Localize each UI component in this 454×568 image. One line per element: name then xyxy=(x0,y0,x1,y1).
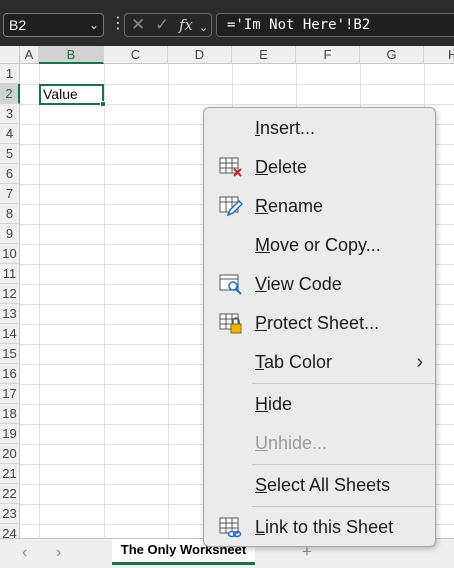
select-all-corner[interactable] xyxy=(0,46,20,64)
active-cell-b2[interactable]: Value xyxy=(39,84,106,107)
cancel-icon[interactable]: ✕ xyxy=(131,15,145,35)
rename-icon xyxy=(219,196,243,217)
row-header[interactable]: 20 xyxy=(0,444,20,464)
row-header[interactable]: 11 xyxy=(0,264,20,284)
row-header[interactable]: 9 xyxy=(0,224,20,244)
prev-sheet-icon[interactable]: ‹ xyxy=(22,544,27,562)
row-header[interactable]: 6 xyxy=(0,164,20,184)
row-header[interactable]: 21 xyxy=(0,464,20,484)
row-header[interactable]: 3 xyxy=(0,104,20,124)
row-header[interactable]: 19 xyxy=(0,424,20,444)
menu-item-protect-sheet[interactable]: Protect Sheet... xyxy=(204,305,435,341)
row-header[interactable]: 7 xyxy=(0,184,20,204)
row-header[interactable]: 14 xyxy=(0,324,20,344)
column-header-h[interactable]: H xyxy=(424,46,454,64)
row-header[interactable]: 5 xyxy=(0,144,20,164)
row-header[interactable]: 22 xyxy=(0,484,20,504)
menu-item-unhide: Unhide... xyxy=(255,433,328,453)
column-header-g[interactable]: G xyxy=(360,46,424,64)
menu-separator xyxy=(252,464,435,465)
formula-input[interactable]: ='Im Not Here'!B2 xyxy=(216,13,454,37)
row-header[interactable]: 15 xyxy=(0,344,20,364)
column-header-c[interactable]: C xyxy=(104,46,168,64)
menu-item-view-code[interactable]: View Code xyxy=(204,266,435,302)
row-header[interactable]: 16 xyxy=(0,364,20,384)
row-header[interactable]: 10 xyxy=(0,244,20,264)
fill-handle[interactable] xyxy=(100,101,106,107)
view-code-icon xyxy=(219,274,242,295)
cell-value: Value xyxy=(43,86,78,102)
menu-separator xyxy=(252,506,435,507)
row-header[interactable]: 8 xyxy=(0,204,20,224)
row-header[interactable]: 12 xyxy=(0,284,20,304)
row-header[interactable]: 1 xyxy=(0,64,20,84)
link-sheet-icon xyxy=(219,517,242,538)
chevron-down-icon[interactable]: ⌄ xyxy=(199,18,208,38)
name-box[interactable]: B2 ⌄ xyxy=(3,13,104,37)
menu-item-delete[interactable]: Delete xyxy=(204,149,435,185)
row-header[interactable]: 23 xyxy=(0,504,20,524)
row-header[interactable]: 4 xyxy=(0,124,20,144)
formula-bar: B2 ⌄ ⋮ ✕ ✓ fx ⌄ ='Im Not Here'!B2 xyxy=(0,0,454,46)
next-sheet-icon[interactable]: › xyxy=(56,544,61,562)
menu-separator xyxy=(252,383,435,384)
menu-item-select-all-sheets[interactable]: Select All Sheets xyxy=(204,467,435,503)
column-header-a[interactable]: A xyxy=(20,46,39,64)
menu-item-move-or-copy[interactable]: Move or Copy... xyxy=(204,227,435,263)
menu-item-tab-color[interactable]: Tab Color › xyxy=(204,344,435,380)
menu-item-link-to-this-sheet[interactable]: Link to this Sheet xyxy=(204,509,435,545)
name-box-value: B2 xyxy=(9,17,27,33)
insert-function-icon[interactable]: fx xyxy=(179,15,193,35)
enter-icon[interactable]: ✓ xyxy=(155,15,169,35)
protect-sheet-icon xyxy=(219,313,242,334)
menu-item-rename[interactable]: Rename xyxy=(204,188,435,224)
formula-buttons: ✕ ✓ fx ⌄ xyxy=(124,13,212,37)
column-header-f[interactable]: F xyxy=(296,46,360,64)
column-header-d[interactable]: D xyxy=(168,46,232,64)
row-header[interactable]: 13 xyxy=(0,304,20,324)
sheet-context-menu: Insert... Delete Rename Move or Copy... … xyxy=(203,107,436,547)
column-header-b[interactable]: B xyxy=(39,46,104,64)
chevron-right-icon: › xyxy=(416,351,423,373)
row-header[interactable]: 2 xyxy=(0,84,20,104)
menu-item-insert[interactable]: Insert... xyxy=(204,110,435,146)
row-header[interactable]: 17 xyxy=(0,384,20,404)
column-header-e[interactable]: E xyxy=(232,46,296,64)
chevron-down-icon[interactable]: ⌄ xyxy=(89,14,99,36)
row-header[interactable]: 18 xyxy=(0,404,20,424)
menu-item-hide[interactable]: Hide xyxy=(204,386,435,422)
delete-sheet-icon xyxy=(219,157,242,177)
